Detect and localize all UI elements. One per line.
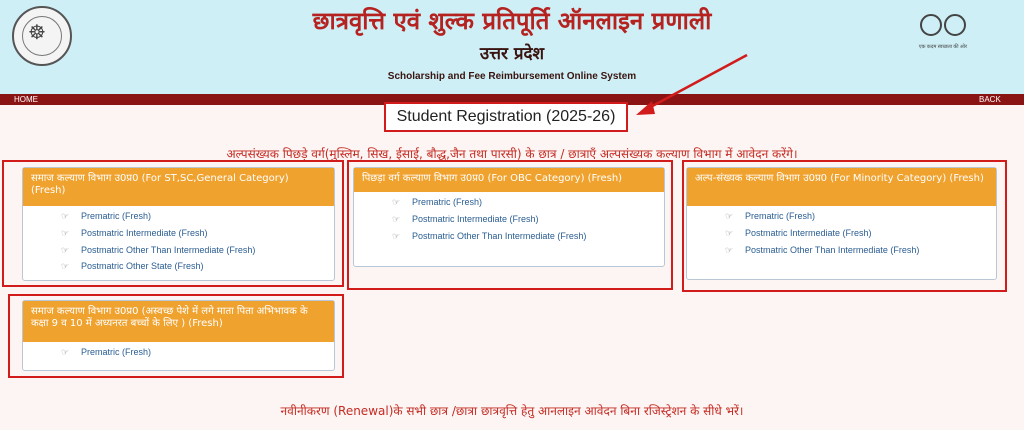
link-postmatric-intermediate[interactable]: ☞ Postmatric Intermediate (Fresh) [23, 225, 334, 242]
panel-minority: अल्प-संख्यक कल्याण विभाग उ0प्र0 (For Min… [686, 167, 997, 280]
site-subtitle: Scholarship and Fee Reimbursement Online… [387, 71, 637, 82]
swachh-bharat-logo-icon: एक कदम स्वच्छता की ओर [918, 10, 968, 54]
pointing-hand-icon: ☞ [725, 227, 734, 238]
link-postmatric-intermediate[interactable]: ☞ Postmatric Intermediate (Fresh) [354, 211, 664, 228]
panel-obc: पिछड़ा वर्ग कल्याण विभाग उ0प्र0 (For OBC… [353, 167, 665, 267]
panel-heading: अल्प-संख्यक कल्याण विभाग उ0प्र0 (For Min… [687, 168, 996, 206]
site-header: ☸ छात्रवृत्ति एवं शुल्क प्रतिपूर्ति ऑनला… [0, 0, 1024, 94]
link-list: ☞ Prematric (Fresh) ☞ Postmatric Intermedi… [687, 206, 996, 258]
link-prematric[interactable]: ☞ Prematric (Fresh) [23, 344, 334, 361]
state-name: उत्तर प्रदेश [479, 44, 545, 64]
link-prematric[interactable]: ☞ Prematric (Fresh) [687, 208, 996, 225]
panel-unclean-occupation: समाज कल्याण विभाग उ0प्र0 (अस्वच्छ पेशे म… [22, 300, 335, 371]
link-prematric[interactable]: ☞ Prematric (Fresh) [23, 208, 334, 225]
home-link[interactable]: HOME [14, 94, 38, 105]
link-postmatric-other-state[interactable]: ☞ Postmatric Other State (Fresh) [23, 258, 334, 275]
pointing-hand-icon: ☞ [392, 230, 401, 241]
link-list: ☞ Prematric (Fresh) ☞ Postmatric Intermedi… [23, 206, 334, 275]
panel-sc-st-general: समाज कल्याण विभाग उ0प्र0 (For ST,SC,Gene… [22, 167, 335, 281]
link-list: ☞ Prematric (Fresh) [23, 342, 334, 361]
pointing-hand-icon: ☞ [61, 261, 70, 272]
pointing-hand-icon: ☞ [61, 244, 70, 255]
panel-heading: समाज कल्याण विभाग उ0प्र0 (For ST,SC,Gene… [23, 168, 334, 206]
pointing-hand-icon: ☞ [61, 211, 70, 221]
pointing-hand-icon: ☞ [725, 211, 734, 221]
site-title: छात्रवृत्ति एवं शुल्क प्रतिपूर्ति ऑनलाइन… [312, 7, 712, 35]
pointing-hand-icon: ☞ [61, 227, 70, 238]
panel-heading: समाज कल्याण विभाग उ0प्र0 (अस्वच्छ पेशे म… [23, 301, 334, 342]
link-postmatric-intermediate[interactable]: ☞ Postmatric Intermediate (Fresh) [687, 225, 996, 242]
link-list: ☞ Prematric (Fresh) ☞ Postmatric Intermedi… [354, 192, 664, 244]
pointing-hand-icon: ☞ [725, 244, 734, 255]
registration-title: Student Registration (2025-26) [384, 102, 628, 132]
link-postmatric-other-than-intermediate[interactable]: ☞ Postmatric Other Than Intermediate (Fre… [354, 228, 664, 245]
link-postmatric-other-than-intermediate[interactable]: ☞ Postmatric Other Than Intermediate (Fre… [687, 242, 996, 259]
pointing-hand-icon: ☞ [61, 347, 70, 357]
link-prematric[interactable]: ☞ Prematric (Fresh) [354, 194, 664, 211]
back-link[interactable]: BACK [979, 94, 1001, 105]
panel-heading: पिछड़ा वर्ग कल्याण विभाग उ0प्र0 (For OBC… [354, 168, 664, 192]
pointing-hand-icon: ☞ [392, 197, 401, 207]
pointing-hand-icon: ☞ [392, 213, 401, 224]
renewal-notice: नवीनीकरण (Renewal)के सभी छात्र /छात्रा छ… [280, 404, 744, 418]
link-postmatric-other-than-intermediate[interactable]: ☞ Postmatric Other Than Intermediate (Fre… [23, 242, 334, 259]
